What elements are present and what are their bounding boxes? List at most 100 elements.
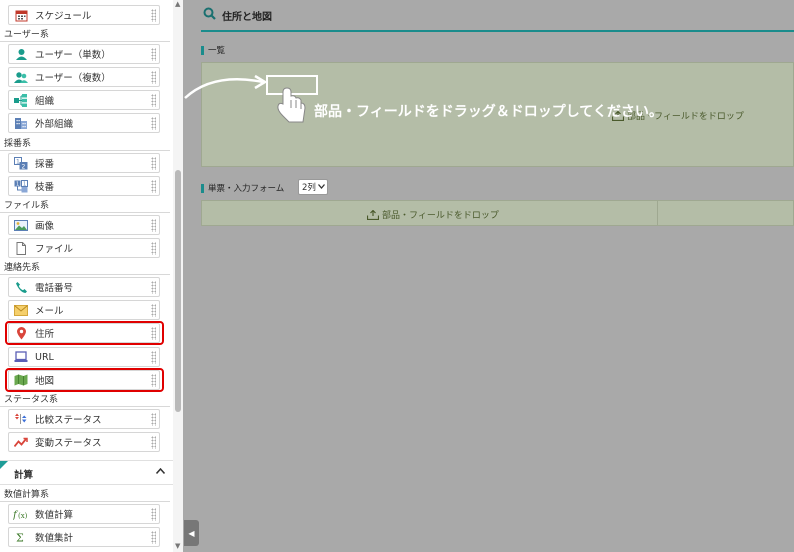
palette-item-label: 枝番 [35,182,55,193]
palette-item-numeric-sum[interactable]: Σ 数値集計 [8,527,160,547]
drag-handle-icon[interactable] [151,508,156,521]
palette-item-external-org[interactable]: 外部組織 [8,113,160,133]
palette-item-label: ユーザー（複数） [35,73,111,84]
drag-handle-icon[interactable] [151,9,156,22]
category-numeric-calc: 数値計算系 [4,490,50,500]
palette-item-phone[interactable]: 電話番号 [8,277,160,297]
palette-item-user-single[interactable]: ユーザー（単数） [8,44,160,64]
highlight-map [5,368,164,392]
palette-item-label: 数値計算 [35,510,74,521]
category-user: ユーザー系 [4,30,49,40]
svg-text:1: 1 [23,181,26,187]
palette-item-numeric-calc[interactable]: f (x) 数値計算 [8,504,160,524]
drag-drop-instruction: 部品・フィールドをドラッグ＆ドロップしてください。 [314,104,663,120]
org-icon [13,92,29,108]
palette-item-label: 外部組織 [35,119,74,130]
drag-handle-icon[interactable] [151,531,156,544]
section-marker [201,45,204,55]
drag-handle-icon[interactable] [151,219,156,232]
column-count-select[interactable]: 2列 [298,179,328,195]
divider [0,150,170,151]
palette-item-schedule[interactable]: スケジュール [8,5,160,25]
numbering-icon: 12 [13,155,29,171]
column-divider [657,201,658,225]
function-icon: f (x) [13,506,29,522]
palette-item-organization[interactable]: 組織 [8,90,160,110]
palette-item-compare-status[interactable]: 比較ステータス [8,409,160,429]
drag-handle-icon[interactable] [151,413,156,426]
drag-handle-icon[interactable] [151,242,156,255]
user-icon [13,46,29,62]
palette-item-label: ユーザー（単数） [35,50,111,61]
palette-item-label: スケジュール [35,11,92,22]
drag-handle-icon[interactable] [151,48,156,61]
section-label-text: 一覧 [208,46,226,56]
svg-text:2: 2 [22,163,26,170]
section-marker [201,183,204,193]
drag-handle-icon[interactable] [151,304,156,317]
divider [0,212,170,213]
palette-item-trend-status[interactable]: 変動ステータス [8,432,160,452]
scroll-up-arrow-icon[interactable]: ▲ [175,0,180,8]
palette-item-label: 組織 [35,96,55,107]
drag-hand-icon [184,74,318,123]
palette-item-label: メール [35,306,64,317]
palette-item-label: ファイル [35,244,74,255]
palette-item-file[interactable]: ファイル [8,238,160,258]
laptop-icon [13,349,29,365]
highlight-address [5,321,164,345]
section-title: 計算 [14,470,34,481]
page-header: 住所と地図 [201,0,794,32]
palette-item-url[interactable]: URL [8,347,160,367]
collapse-sidebar-button[interactable]: ◀ [184,520,199,546]
scrollbar-thumb[interactable] [175,170,181,412]
category-status: ステータス系 [4,395,59,405]
scroll-down-arrow-icon[interactable]: ▼ [175,542,180,550]
drag-handle-icon[interactable] [151,436,156,449]
section-marker [0,461,8,469]
palette-item-image[interactable]: 画像 [8,215,160,235]
category-contact: 連絡先系 [4,263,41,273]
divider [0,274,170,275]
palette-item-mail[interactable]: メール [8,300,160,320]
palette-item-label: 比較ステータス [35,415,102,426]
compare-status-icon [13,411,29,427]
drag-handle-icon[interactable] [151,71,156,84]
upload-tray-icon [367,209,379,220]
mail-icon [13,302,29,318]
dropzone-form[interactable]: 部品・フィールドをドロップ [201,200,794,226]
branch-number-icon: 11 [13,178,29,194]
drag-handle-icon[interactable] [151,351,156,364]
drag-handle-icon[interactable] [151,94,156,107]
editor-canvas: 住所と地図 一覧 部品・フィールドをドロップ 単票・入力フォーム 2列 部品・フ… [183,0,794,552]
chevron-up-icon[interactable] [155,466,166,477]
drag-handle-icon[interactable] [151,281,156,294]
image-icon [13,217,29,233]
divider [0,406,170,407]
sidebar-scrollbar[interactable]: ▲ ▼ [173,0,183,552]
phone-icon [13,279,29,295]
svg-text:(x): (x) [18,512,28,520]
drag-handle-icon[interactable] [151,157,156,170]
category-numbering: 採番系 [4,139,32,149]
users-icon [13,69,29,85]
drag-handle-icon[interactable] [151,180,156,193]
palette-item-label: 変動ステータス [35,438,102,449]
section-header-calc[interactable]: 計算 [0,460,173,485]
dropzone-text: 部品・フィールドをドロップ [382,211,499,221]
palette-item-user-multiple[interactable]: ユーザー（複数） [8,67,160,87]
palette-item-branch-number[interactable]: 11 枝番 [8,176,160,196]
palette-item-label: 数値集計 [35,533,74,544]
building-icon [13,115,29,131]
column-count-value: 2列 [302,183,316,193]
palette-item-label: 電話番号 [35,283,74,294]
page-title: 住所と地図 [222,11,272,23]
palette-item-label: 採番 [35,159,55,170]
drag-handle-icon[interactable] [151,117,156,130]
sidebar: スケジュール ユーザー系 ユーザー（単数） ユーザー（複数） 組織 外部組織 採… [0,0,173,552]
palette-item-numbering[interactable]: 12 採番 [8,153,160,173]
trend-icon [13,434,29,450]
search-icon [203,7,216,23]
section-label-text: 単票・入力フォーム [208,184,285,194]
dropzone-hint: 部品・フィールドをドロップ [367,208,499,221]
